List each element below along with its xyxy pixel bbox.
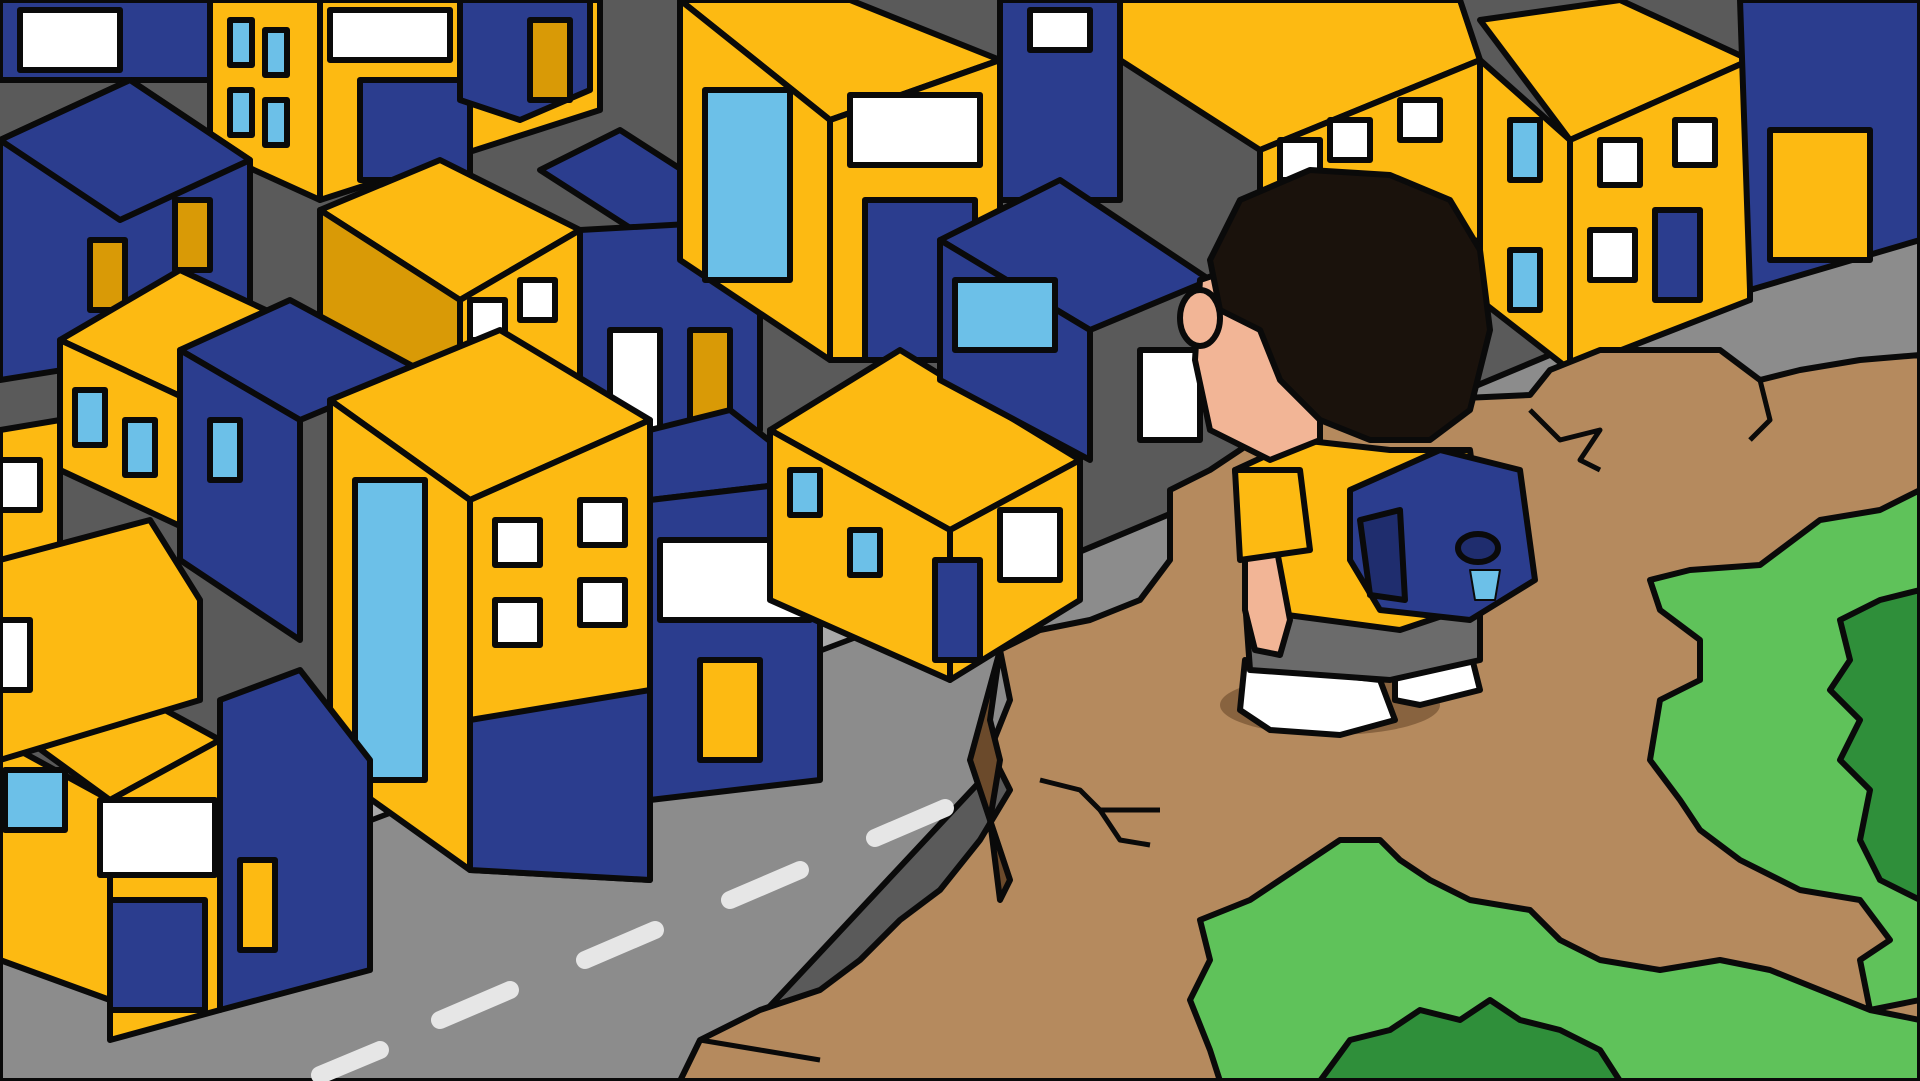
backpack-icon	[1347, 447, 1538, 623]
isometric-city-scene	[0, 0, 1920, 1081]
sleeve	[1232, 467, 1313, 563]
ear	[1177, 287, 1223, 349]
